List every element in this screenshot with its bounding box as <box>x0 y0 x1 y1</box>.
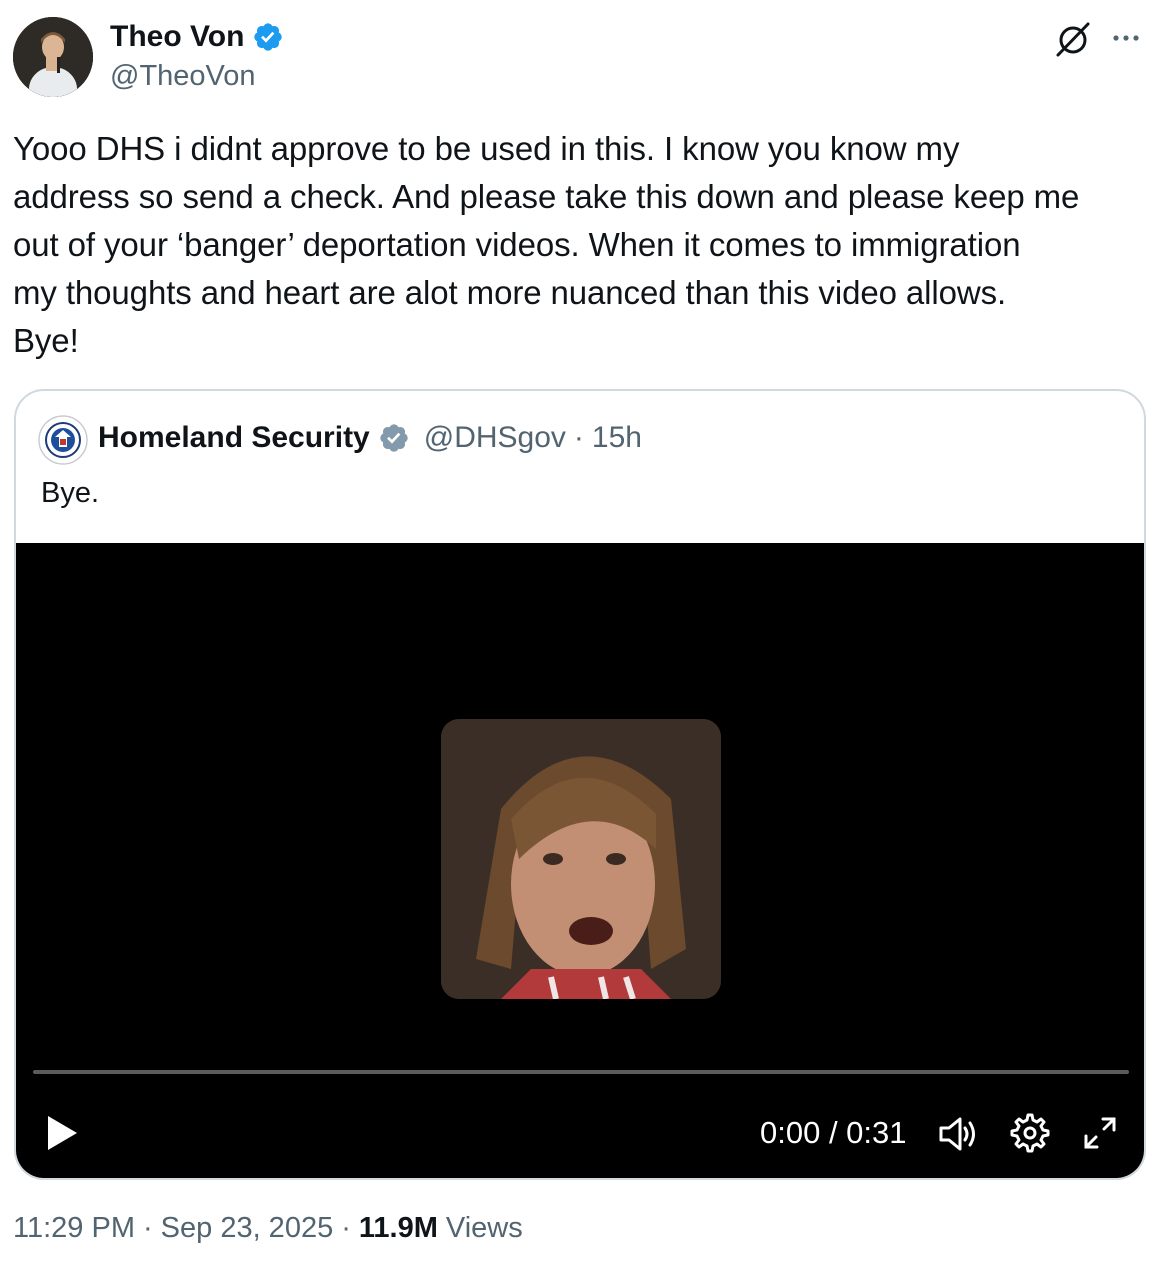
more-icon[interactable] <box>1108 20 1144 56</box>
quote-timestamp[interactable]: 15h <box>592 421 642 455</box>
play-icon[interactable] <box>44 1113 80 1153</box>
author-avatar[interactable] <box>13 17 93 97</box>
video-progress-bar[interactable] <box>33 1070 1129 1074</box>
video-player[interactable]: 0:00 / 0:31 <box>16 543 1144 1178</box>
tweet: Theo Von @TheoVon Yooo DHS i didnt appro… <box>0 0 1164 1276</box>
verified-badge-icon <box>254 23 283 51</box>
author-display-name[interactable]: Theo Von <box>110 18 244 56</box>
volume-icon[interactable] <box>936 1112 980 1156</box>
meta-separator: · <box>142 1212 153 1244</box>
post-time[interactable]: 11:29 PM <box>13 1212 135 1245</box>
tweet-text: Yooo DHS i didnt approve to be used in t… <box>13 130 1080 359</box>
quoted-tweet[interactable]: Homeland Security @DHSgov · 15h Bye. 0:0… <box>14 389 1146 1180</box>
quote-text: Bye. <box>41 477 100 509</box>
video-time-readout: 0:00 / 0:31 <box>760 1115 907 1150</box>
quote-separator: · <box>573 421 584 454</box>
settings-icon[interactable] <box>1010 1113 1050 1153</box>
dhs-seal-avatar[interactable] <box>38 415 88 465</box>
author-name-row: Theo Von <box>110 18 284 56</box>
views-count[interactable]: 11.9M <box>359 1212 438 1245</box>
quote-display-name[interactable]: Homeland Security <box>98 421 370 455</box>
author-handle[interactable]: @TheoVon <box>110 60 256 93</box>
fullscreen-icon[interactable] <box>1082 1115 1118 1151</box>
tweet-meta: 11:29 PM · Sep 23, 2025 · 11.9M Views <box>13 1212 523 1245</box>
video-frame <box>441 719 721 999</box>
grok-icon[interactable] <box>1052 18 1094 60</box>
verified-badge-icon <box>380 424 408 452</box>
post-date[interactable]: Sep 23, 2025 <box>161 1212 334 1245</box>
meta-separator: · <box>341 1212 351 1244</box>
quote-handle[interactable]: @DHSgov <box>424 421 566 455</box>
views-label: Views <box>445 1212 523 1244</box>
quote-name-row: Homeland Security @DHSgov · 15h <box>98 421 642 455</box>
